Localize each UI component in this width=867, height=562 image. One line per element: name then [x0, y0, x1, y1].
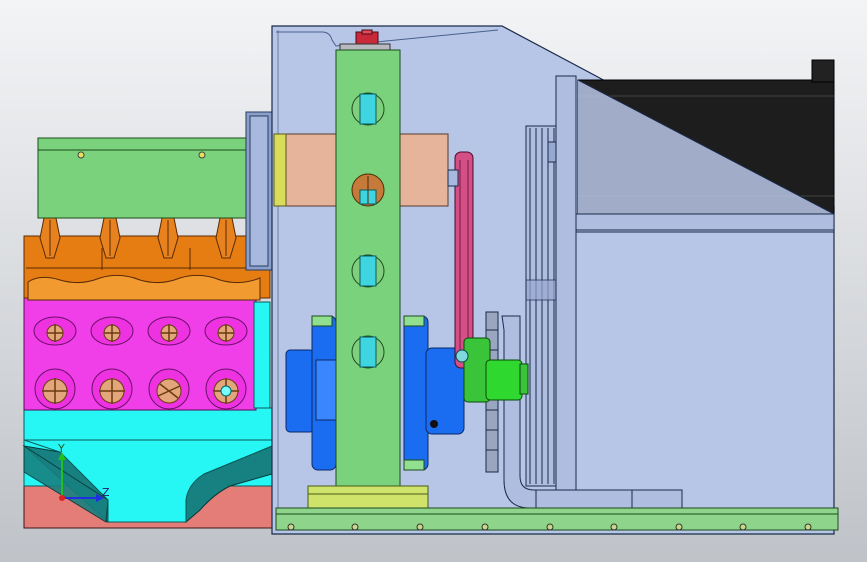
cell-pocket[interactable]	[90, 316, 134, 346]
cell-pocket[interactable]	[148, 368, 190, 410]
triad-z-label: Z	[102, 486, 110, 499]
frame-foot[interactable]	[535, 489, 683, 509]
horizontal-frame-beam[interactable]	[575, 213, 835, 233]
shaft-hole[interactable]	[351, 173, 385, 207]
mounting-hole	[77, 151, 85, 159]
cell-pocket[interactable]	[205, 368, 247, 410]
yellow-base-block[interactable]	[307, 485, 429, 509]
cad-graphics-viewport[interactable]: Y Z	[0, 0, 867, 562]
shaft-hole[interactable]	[351, 92, 385, 126]
hub-left-collar[interactable]	[285, 349, 315, 433]
mounting-hole	[198, 151, 206, 159]
triad-origin	[59, 495, 65, 501]
cell-pocket[interactable]	[33, 316, 77, 346]
cell-pocket[interactable]	[34, 368, 76, 410]
base-rail[interactable]	[275, 507, 839, 531]
triad-y-label: Y	[57, 442, 65, 455]
hub-right-flange[interactable]	[403, 315, 429, 471]
assembly-model-view[interactable]: Y Z	[0, 0, 867, 562]
vertical-frame-post[interactable]	[555, 75, 577, 491]
shaft-hole[interactable]	[351, 254, 385, 288]
pulley-stack[interactable]	[525, 125, 557, 487]
cell-pocket[interactable]	[91, 368, 133, 410]
cell-pocket[interactable]	[147, 316, 191, 346]
bottom-rail[interactable]	[275, 507, 839, 531]
cyan-side-strip[interactable]	[253, 301, 271, 409]
yellow-end-strip	[273, 133, 287, 207]
cell-pocket[interactable]	[204, 316, 248, 346]
shaft-hole[interactable]	[351, 335, 385, 369]
drive-motor[interactable]	[577, 59, 835, 215]
